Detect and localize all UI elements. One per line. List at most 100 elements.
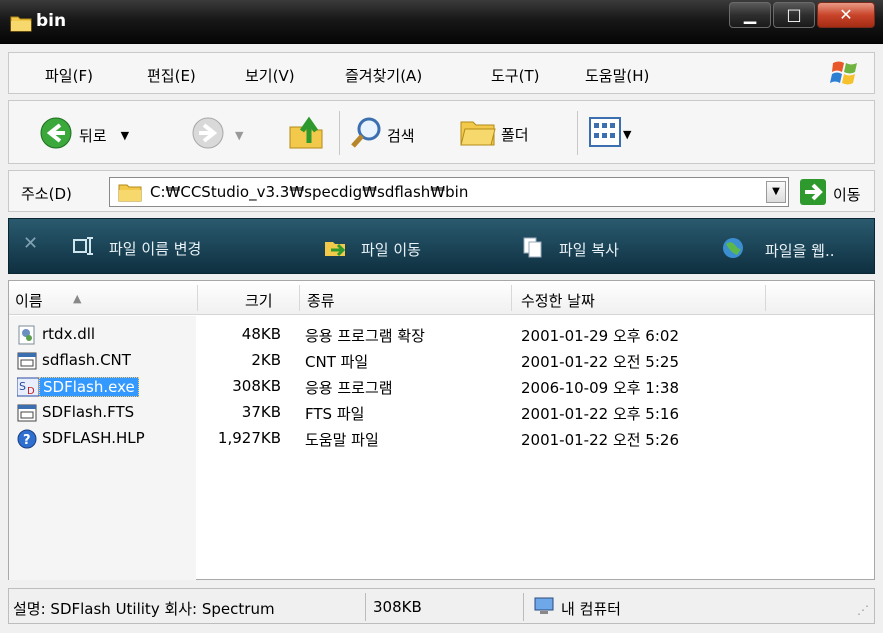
file-modified: 2001-01-22 오전 5:26 <box>521 431 679 449</box>
maximize-button[interactable]: □ <box>773 2 815 28</box>
toolbar-separator <box>577 111 578 155</box>
file-row[interactable]: SDFlash.FTS 37KB FTS 파일 2001-01-22 오후 5:… <box>9 401 769 427</box>
column-divider[interactable] <box>197 285 198 311</box>
minimize-icon: ▁ <box>743 5 757 24</box>
window-title: bin <box>36 11 67 31</box>
folders-icon <box>459 116 497 152</box>
file-type: 응용 프로그램 <box>305 379 393 397</box>
svg-text:S: S <box>19 380 26 393</box>
file-modified: 2001-01-22 오전 5:25 <box>521 353 679 371</box>
menu-view[interactable]: 보기(V) <box>245 65 295 86</box>
file-type: CNT 파일 <box>305 353 369 371</box>
file-row[interactable]: ? SDFLASH.HLP 1,927KB 도움말 파일 2001-01-22 … <box>9 427 769 453</box>
address-path: C:₩CCStudio_v3.3₩specdig₩sdflash₩bin <box>150 183 469 201</box>
status-description: 설명: SDFlash Utility 회사: Spectrum <box>13 600 275 618</box>
search-button[interactable]: 검색 <box>349 116 415 154</box>
folders-button[interactable]: 폴더 <box>459 116 529 152</box>
file-size: 308KB <box>232 377 281 395</box>
file-modified: 2006-10-09 오후 1:38 <box>521 379 679 397</box>
go-label: 이동 <box>833 185 861 204</box>
up-folder-icon <box>287 113 325 155</box>
file-type: FTS 파일 <box>305 405 365 423</box>
cnt-file-icon <box>17 351 37 375</box>
go-button[interactable]: 이동 <box>799 178 861 210</box>
move-icon <box>323 236 347 262</box>
file-name: rtdx.dll <box>42 325 96 343</box>
back-label: 뒤로 <box>79 126 107 145</box>
task-move[interactable]: 파일 이동 <box>323 236 421 262</box>
views-dropdown-icon: ▼ <box>623 127 632 141</box>
address-label: 주소(D) <box>21 185 72 203</box>
close-button[interactable]: ✕ <box>817 2 875 28</box>
forward-button[interactable]: ▼ <box>191 116 243 154</box>
folders-label: 폴더 <box>501 125 529 144</box>
column-header-modified[interactable]: 수정한 날짜 <box>521 290 595 311</box>
file-name: sdflash.CNT <box>42 351 131 369</box>
maximize-icon: □ <box>786 5 802 24</box>
file-row-selected[interactable]: SD SDFlash.exe 308KB 응용 프로그램 2006-10-09 … <box>9 375 769 401</box>
svg-text:?: ? <box>23 433 31 448</box>
task-rename[interactable]: 파일 이름 변경 <box>73 236 201 260</box>
toolbar-separator <box>339 111 340 155</box>
standard-toolbar: 뒤로 ▼ ▼ 검색 폴더 ▼ <box>8 100 875 164</box>
file-type: 도움말 파일 <box>305 431 379 449</box>
file-modified: 2001-01-22 오후 5:16 <box>521 405 679 423</box>
views-button[interactable]: ▼ <box>589 117 631 151</box>
status-location: 내 컴퓨터 <box>561 600 621 618</box>
file-size: 2KB <box>251 351 281 369</box>
file-modified: 2001-01-29 오후 6:02 <box>521 327 679 345</box>
back-button[interactable]: 뒤로 ▼ <box>39 116 129 154</box>
forward-dropdown-icon[interactable]: ▼ <box>235 129 243 142</box>
task-rename-label: 파일 이름 변경 <box>109 239 202 258</box>
column-divider[interactable] <box>299 285 300 311</box>
search-icon <box>349 116 383 154</box>
go-arrow-icon <box>799 178 827 210</box>
my-computer-icon <box>533 596 555 620</box>
file-row[interactable]: sdflash.CNT 2KB CNT 파일 2001-01-22 오전 5:2… <box>9 349 769 375</box>
file-row[interactable]: rtdx.dll 48KB 응용 프로그램 확장 2001-01-29 오후 6… <box>9 323 769 349</box>
task-copy-label: 파일 복사 <box>559 240 619 259</box>
address-dropdown-icon[interactable]: ▼ <box>766 181 786 203</box>
column-divider[interactable] <box>765 285 766 311</box>
menu-favorites[interactable]: 즐겨찾기(A) <box>345 65 422 86</box>
file-name: SDFLASH.HLP <box>42 429 145 447</box>
address-field[interactable]: C:₩CCStudio_v3.3₩specdig₩sdflash₩bin ▼ <box>109 177 789 207</box>
explorer-window: bin ▁ □ ✕ 파일(F) 편집(E) 보기(V) 즐겨찾기(A) 도구(T… <box>0 0 883 633</box>
svg-text:D: D <box>27 386 35 397</box>
close-tasks-icon[interactable]: ✕ <box>23 233 38 254</box>
file-type: 응용 프로그램 확장 <box>305 327 425 345</box>
menu-file[interactable]: 파일(F) <box>45 65 93 86</box>
status-divider <box>365 593 366 621</box>
menu-edit[interactable]: 편집(E) <box>147 65 196 86</box>
file-size: 37KB <box>241 403 281 421</box>
column-divider[interactable] <box>511 285 512 311</box>
up-folder-button[interactable] <box>287 113 325 155</box>
file-list: 이름 ▲ 크기 종류 수정한 날짜 rtdx.dll 48KB 응용 프로그램 … <box>8 280 875 580</box>
file-name: SDFlash.FTS <box>42 403 135 421</box>
folder-icon <box>10 14 32 36</box>
task-web[interactable]: 파일을 웹.. <box>721 236 835 264</box>
fts-file-icon <box>17 403 37 427</box>
menu-bar: 파일(F) 편집(E) 보기(V) 즐겨찾기(A) 도구(T) 도움말(H) <box>8 52 875 94</box>
views-icon <box>589 117 621 151</box>
forward-arrow-icon <box>191 116 225 154</box>
task-copy[interactable]: 파일 복사 <box>521 236 619 262</box>
file-size: 48KB <box>241 325 281 343</box>
column-header-size[interactable]: 크기 <box>245 290 273 311</box>
status-bar: 설명: SDFlash Utility 회사: Spectrum 308KB 내… <box>8 588 875 624</box>
menu-help[interactable]: 도움말(H) <box>585 65 649 86</box>
column-header-type[interactable]: 종류 <box>307 290 335 311</box>
sort-ascending-icon: ▲ <box>73 292 82 305</box>
search-label: 검색 <box>387 126 415 145</box>
column-header-name[interactable]: 이름 <box>15 290 43 311</box>
back-dropdown-icon[interactable]: ▼ <box>121 129 129 142</box>
help-file-icon: ? <box>17 429 37 453</box>
file-tasks-bar: ✕ 파일 이름 변경 파일 이동 파일 복사 파일을 웹.. <box>8 218 875 274</box>
window-controls: ▁ □ ✕ <box>729 2 875 28</box>
task-web-label: 파일을 웹.. <box>765 241 835 260</box>
title-bar[interactable]: bin ▁ □ ✕ <box>0 0 883 44</box>
minimize-button[interactable]: ▁ <box>729 2 771 28</box>
menu-tools[interactable]: 도구(T) <box>491 65 539 86</box>
file-name: SDFlash.exe <box>39 377 139 397</box>
resize-grip-icon[interactable]: ⋰ <box>857 603 869 617</box>
